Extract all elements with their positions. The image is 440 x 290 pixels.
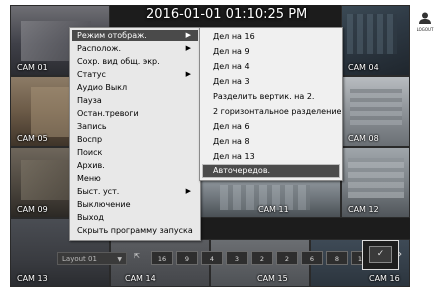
- camera-label: CAM 05: [17, 134, 48, 143]
- menu-item-display-mode[interactable]: Режим отображ. ▶: [72, 30, 198, 41]
- split-horizontal-2-button[interactable]: 2: [276, 251, 298, 265]
- menu-item-label: Пауза: [77, 96, 102, 105]
- menu-item-quick-setup[interactable]: Быст. уст. ▶: [72, 186, 198, 197]
- menu-item-label: Выключение: [77, 200, 131, 209]
- submenu-item-split-9[interactable]: Дел на 9: [202, 45, 340, 59]
- menu-item-pause[interactable]: Пауза: [72, 95, 198, 106]
- camera-tile-cam-12[interactable]: CAM 12: [341, 147, 410, 218]
- launcher-toolbar: Layout 01 ▼ ⇱ 16 9 4 3 2 2 6 8 13 »: [10, 241, 410, 275]
- layout-select-value: Layout 01: [62, 255, 97, 263]
- menu-item-menu[interactable]: Меню: [72, 173, 198, 184]
- context-menu: Режим отображ. ▶ Располож. ▶ Сохр. вид общ…: [69, 27, 201, 241]
- menu-item-label: Поиск: [77, 148, 103, 157]
- menu-item-status[interactable]: Статус ▶: [72, 69, 198, 80]
- menu-item-play[interactable]: Воспр: [72, 134, 198, 145]
- camera-label: CAM 15: [257, 274, 288, 283]
- split-4-button[interactable]: 4: [201, 251, 223, 265]
- submenu-arrow-icon: ▶: [185, 70, 191, 78]
- split-vertical-2-button[interactable]: 2: [251, 251, 273, 265]
- layout-select[interactable]: Layout 01 ▼: [57, 252, 127, 265]
- menu-item-label: Воспр: [77, 135, 103, 144]
- menu-item-label: Остан.тревоги: [77, 109, 139, 118]
- menu-item-label: Располож.: [77, 44, 122, 53]
- submenu-item-split-vertical-2[interactable]: Разделить вертик. на 2.: [202, 90, 340, 104]
- live-view-screen[interactable]: CAM 01 CAM 04 CAM 05 CAM 08 CAM 09 CAM 1…: [10, 5, 410, 287]
- menu-item-search[interactable]: Поиск: [72, 147, 198, 158]
- camera-label: CAM 14: [125, 274, 156, 283]
- submenu-item-split-3[interactable]: Дел на 3: [202, 75, 340, 89]
- camera-tile-cam-11[interactable]: CAM 11: [199, 179, 341, 218]
- submenu-arrow-icon: ▶: [185, 31, 191, 39]
- submenu-item-split-horizontal-2[interactable]: 2 горизонтальное разделение: [202, 105, 341, 119]
- submenu-item-split-6[interactable]: Дел на 6: [202, 120, 340, 134]
- submenu-item-split-13[interactable]: Дел на 13: [202, 150, 340, 164]
- menu-item-label: Статус: [77, 70, 106, 79]
- layout-edit-icon[interactable]: ⇱: [134, 252, 140, 260]
- menu-item-shutdown[interactable]: Выключение: [72, 199, 198, 210]
- menu-item-hide-launcher[interactable]: Скрыть программу запуска: [72, 225, 198, 236]
- camera-label: CAM 12: [348, 205, 379, 214]
- display-mode-submenu: Дел на 16 Дел на 9 Дел на 4 Дел на 3 Раз…: [199, 27, 343, 181]
- chevron-down-icon: ▼: [117, 256, 122, 263]
- submenu-item-split-16[interactable]: Дел на 16: [202, 30, 340, 44]
- camera-label: CAM 11: [258, 205, 289, 214]
- side-panel: LOGOUT: [410, 5, 440, 287]
- menu-item-label: Скрыть программу запуска: [77, 226, 193, 235]
- camera-label: CAM 09: [17, 205, 48, 214]
- menu-item-label: Выход: [77, 213, 104, 222]
- menu-item-label: Архив.: [77, 161, 105, 170]
- submenu-arrow-icon: ▶: [185, 187, 191, 195]
- submenu-item-split-4[interactable]: Дел на 4: [202, 60, 340, 74]
- camera-label: CAM 16: [369, 274, 400, 283]
- split-16-button[interactable]: 16: [151, 251, 173, 265]
- auto-sequence-button[interactable]: ✓: [369, 246, 392, 263]
- menu-item-save-screen-view[interactable]: Сохр. вид общ. экр.: [72, 56, 198, 67]
- menu-item-label: Меню: [77, 174, 101, 183]
- menu-item-label: Сохр. вид общ. экр.: [77, 57, 160, 66]
- submenu-arrow-icon: ▶: [185, 44, 191, 52]
- menu-item-label: Аудио Выкл: [77, 83, 128, 92]
- camera-feed-image: [348, 158, 404, 198]
- split-6-button[interactable]: 6: [301, 251, 323, 265]
- menu-item-label: Быст. уст.: [77, 187, 120, 196]
- datetime-overlay: 2016-01-01 01:10:25 PM: [146, 7, 308, 22]
- menu-item-label: Запись: [77, 122, 107, 131]
- menu-item-label: Режим отображ.: [77, 31, 147, 40]
- submenu-item-auto-sequence[interactable]: Авточередов.: [202, 164, 340, 178]
- camera-tile-cam-04[interactable]: CAM 04: [341, 5, 410, 76]
- submenu-item-split-8[interactable]: Дел на 8: [202, 135, 340, 149]
- menu-item-stop-alarm[interactable]: Остан.тревоги: [72, 108, 198, 119]
- camera-label: CAM 13: [17, 274, 48, 283]
- user-icon[interactable]: [418, 11, 432, 25]
- menu-item-archive[interactable]: Архив.: [72, 160, 198, 171]
- menu-item-layout[interactable]: Располож. ▶: [72, 43, 198, 54]
- camera-feed-image: [31, 87, 71, 137]
- split-3-button[interactable]: 3: [226, 251, 248, 265]
- logout-label: LOGOUT: [416, 27, 434, 32]
- camera-label: CAM 04: [348, 63, 379, 72]
- camera-label: CAM 01: [17, 63, 48, 72]
- camera-feed-image: [350, 89, 402, 125]
- camera-feed-image: [347, 14, 397, 54]
- menu-item-logout[interactable]: Выход: [72, 212, 198, 223]
- auto-sequence-button-highlight: ✓: [362, 240, 399, 270]
- camera-tile-cam-08[interactable]: CAM 08: [341, 76, 410, 147]
- split-8-button[interactable]: 8: [326, 251, 348, 265]
- menu-item-audio-off[interactable]: Аудио Выкл: [72, 82, 198, 93]
- split-9-button[interactable]: 9: [176, 251, 198, 265]
- camera-label: CAM 08: [348, 134, 379, 143]
- menu-item-record[interactable]: Запись: [72, 121, 198, 132]
